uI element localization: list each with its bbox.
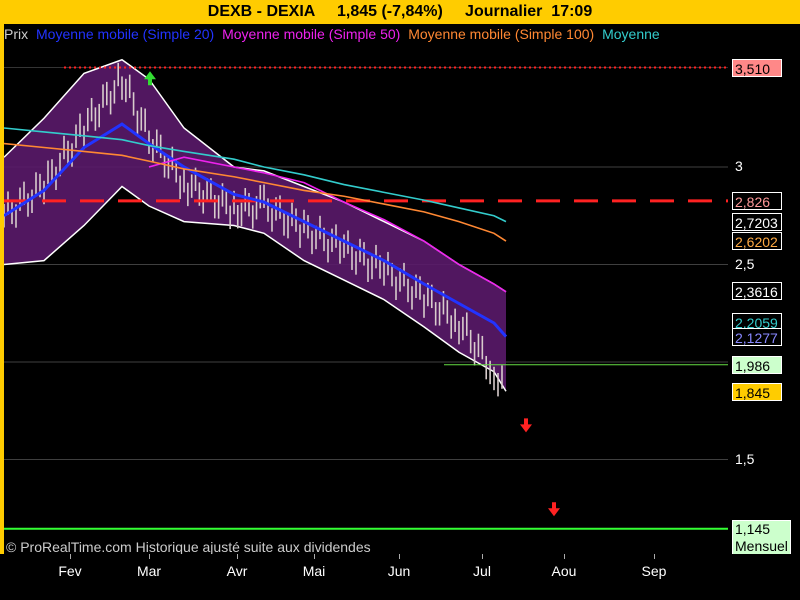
x-tick-label: Mar — [136, 563, 162, 579]
plot-area[interactable] — [4, 24, 728, 554]
x-tick-mark — [149, 554, 150, 559]
legend-item-price[interactable]: Prix — [4, 26, 28, 42]
copyright-note: © ProRealTime.com Historique ajusté suit… — [6, 539, 371, 555]
y-tick-label: 2,5 — [735, 255, 755, 272]
x-tick-mark — [237, 554, 238, 559]
x-tick-mark — [70, 554, 71, 559]
value-label-box: 2,6202 — [732, 232, 782, 251]
x-tick-label: Mai — [302, 563, 326, 579]
value-label-box: 2,826 — [732, 191, 782, 210]
value-label-box: 3,510 — [732, 58, 782, 77]
signal-arrow-icon — [548, 502, 560, 517]
x-tick-label: Aou — [551, 563, 577, 579]
x-tick-mark — [399, 554, 400, 559]
legend-item-ma50[interactable]: Moyenne mobile (Simple 50) — [222, 26, 400, 42]
x-tick-mark — [564, 554, 565, 559]
y-tick-label: 1,5 — [735, 450, 755, 467]
x-tick-mark — [482, 554, 483, 559]
x-tick-label: Jul — [473, 563, 491, 579]
x-tick-label: Jun — [387, 563, 411, 579]
value-label-box: 2,7203 — [732, 212, 782, 231]
signal-arrow-icon — [520, 418, 532, 433]
x-tick-label: Fev — [58, 563, 82, 579]
value-label-box: 2,1277 — [732, 328, 782, 347]
chart-canvas — [4, 58, 728, 530]
legend-item-ma20[interactable]: Moyenne mobile (Simple 20) — [36, 26, 214, 42]
y-tick-label: 3 — [735, 158, 743, 174]
value-label-box: 1,145 Mensuel — [732, 519, 791, 556]
x-tick-mark — [314, 554, 315, 559]
x-tick-mark — [654, 554, 655, 559]
legend-item-ma-other[interactable]: Moyenne — [602, 26, 660, 42]
chart-title: DEXB - DEXIA 1,845 (-7,84%) Journalier 1… — [207, 3, 593, 20]
value-label-box: 2,3616 — [732, 282, 782, 301]
bollinger-band — [4, 59, 506, 392]
value-label-subtext: Mensuel — [735, 537, 788, 554]
x-tick-label: Avr — [226, 563, 248, 579]
legend: Prix Moyenne mobile (Simple 20) Moyenne … — [4, 25, 728, 43]
value-label-box: 1,986 — [732, 355, 782, 374]
value-label-box: 1,845 — [732, 383, 782, 402]
legend-item-ma100[interactable]: Moyenne mobile (Simple 100) — [408, 26, 594, 42]
x-tick-label: Sep — [641, 563, 667, 579]
